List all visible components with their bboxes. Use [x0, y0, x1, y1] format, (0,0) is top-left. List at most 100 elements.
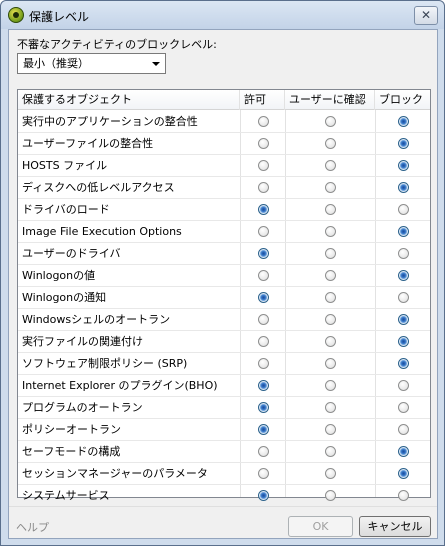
radio-block[interactable] [398, 490, 409, 501]
table-row[interactable]: セッションマネージャーのパラメータ [18, 463, 430, 485]
radio-block[interactable] [398, 204, 409, 215]
radio-block[interactable] [398, 468, 409, 479]
radio-allow[interactable] [258, 248, 269, 259]
radio-block[interactable] [398, 358, 409, 369]
table-row[interactable]: セーフモードの構成 [18, 441, 430, 463]
radio-block[interactable] [398, 160, 409, 171]
object-name: ディスクへの低レベルアクセス [22, 181, 175, 194]
radio-confirm[interactable] [325, 116, 336, 127]
radio-block[interactable] [398, 226, 409, 237]
radio-confirm[interactable] [325, 204, 336, 215]
object-name: セーフモードの構成 [22, 445, 121, 458]
radio-confirm[interactable] [325, 402, 336, 413]
header-allow[interactable]: 許可 [240, 90, 285, 110]
help-link[interactable]: ヘルプ [16, 519, 49, 535]
radio-allow[interactable] [258, 292, 269, 303]
object-name: Windowsシェルのオートラン [22, 313, 171, 326]
radio-block[interactable] [398, 138, 409, 149]
radio-allow[interactable] [258, 424, 269, 435]
table-row[interactable]: 実行ファイルの関連付け [18, 331, 430, 353]
radio-allow[interactable] [258, 336, 269, 347]
table-row[interactable]: ソフトウェア制限ポリシー (SRP) [18, 353, 430, 375]
radio-block[interactable] [398, 380, 409, 391]
radio-block[interactable] [398, 424, 409, 435]
table-row[interactable]: ドライバのロード [18, 199, 430, 221]
radio-allow[interactable] [258, 138, 269, 149]
radio-block[interactable] [398, 182, 409, 193]
table-row[interactable]: プログラムのオートラン [18, 397, 430, 419]
dialog-body: 不審なアクティビティのブロックレベル: 最小（推奨） 保護するオブジェクト 許可… [8, 29, 438, 539]
radio-block[interactable] [398, 402, 409, 413]
radio-confirm[interactable] [325, 292, 336, 303]
object-name: システムサービス [22, 489, 110, 502]
table-header: 保護するオブジェクト 許可 ユーザーに確認 ブロック [18, 90, 430, 110]
radio-confirm[interactable] [325, 182, 336, 193]
radio-confirm[interactable] [325, 358, 336, 369]
header-block[interactable]: ブロック [375, 90, 430, 110]
radio-confirm[interactable] [325, 490, 336, 501]
table-row[interactable]: Internet Explorer のプラグイン(BHO) [18, 375, 430, 397]
radio-block[interactable] [398, 314, 409, 325]
radio-allow[interactable] [258, 446, 269, 457]
protection-level-dialog: 保護レベル ✕ 不審なアクティビティのブロックレベル: 最小（推奨） 保護するオ… [0, 0, 445, 546]
radio-block[interactable] [398, 446, 409, 457]
radio-allow[interactable] [258, 358, 269, 369]
object-name: Internet Explorer のプラグイン(BHO) [22, 379, 218, 392]
radio-confirm[interactable] [325, 248, 336, 259]
object-name: ポリシーオートラン [22, 423, 121, 436]
table-row[interactable]: Windowsシェルのオートラン [18, 309, 430, 331]
radio-allow[interactable] [258, 314, 269, 325]
table-row[interactable]: Winlogonの値 [18, 265, 430, 287]
title-bar[interactable]: 保護レベル ✕ [1, 1, 444, 29]
header-confirm[interactable]: ユーザーに確認 [285, 90, 375, 110]
radio-confirm[interactable] [325, 424, 336, 435]
radio-confirm[interactable] [325, 446, 336, 457]
radio-allow[interactable] [258, 402, 269, 413]
radio-block[interactable] [398, 248, 409, 259]
radio-confirm[interactable] [325, 270, 336, 281]
table-row[interactable]: Winlogonの通知 [18, 287, 430, 309]
table-row[interactable]: ユーザーのドライバ [18, 243, 430, 265]
radio-allow[interactable] [258, 270, 269, 281]
object-name: ソフトウェア制限ポリシー (SRP) [22, 357, 188, 370]
app-shield-icon [8, 7, 24, 23]
radio-block[interactable] [398, 336, 409, 347]
table-row[interactable]: システムサービス [18, 485, 430, 507]
radio-confirm[interactable] [325, 138, 336, 149]
block-level-select-value: 最小（推奨） [23, 57, 89, 70]
table-row[interactable]: ポリシーオートラン [18, 419, 430, 441]
window-title: 保護レベル [29, 10, 90, 24]
table-row[interactable]: HOSTS ファイル [18, 155, 430, 177]
block-level-select[interactable]: 最小（推奨） [17, 53, 166, 74]
object-name: ドライバのロード [22, 203, 110, 216]
radio-allow[interactable] [258, 182, 269, 193]
radio-block[interactable] [398, 116, 409, 127]
object-name: Image File Execution Options [22, 225, 182, 238]
radio-allow[interactable] [258, 490, 269, 501]
object-name: Winlogonの通知 [22, 291, 107, 304]
ok-button[interactable]: OK [288, 516, 353, 537]
chevron-down-icon[interactable] [152, 62, 160, 66]
radio-allow[interactable] [258, 380, 269, 391]
radio-block[interactable] [398, 270, 409, 281]
radio-confirm[interactable] [325, 336, 336, 347]
table-row[interactable]: 実行中のアプリケーションの整合性 [18, 111, 430, 133]
radio-allow[interactable] [258, 116, 269, 127]
radio-confirm[interactable] [325, 226, 336, 237]
table-row[interactable]: ユーザーファイルの整合性 [18, 133, 430, 155]
cancel-button[interactable]: キャンセル [359, 516, 431, 537]
radio-confirm[interactable] [325, 468, 336, 479]
radio-allow[interactable] [258, 226, 269, 237]
radio-block[interactable] [398, 292, 409, 303]
header-object[interactable]: 保護するオブジェクト [18, 90, 240, 110]
close-button[interactable]: ✕ [414, 6, 438, 25]
table-row[interactable]: Image File Execution Options [18, 221, 430, 243]
radio-confirm[interactable] [325, 314, 336, 325]
radio-allow[interactable] [258, 204, 269, 215]
radio-confirm[interactable] [325, 380, 336, 391]
table-row[interactable]: ディスクへの低レベルアクセス [18, 177, 430, 199]
radio-confirm[interactable] [325, 160, 336, 171]
radio-allow[interactable] [258, 160, 269, 171]
footer-divider [9, 506, 437, 507]
radio-allow[interactable] [258, 468, 269, 479]
